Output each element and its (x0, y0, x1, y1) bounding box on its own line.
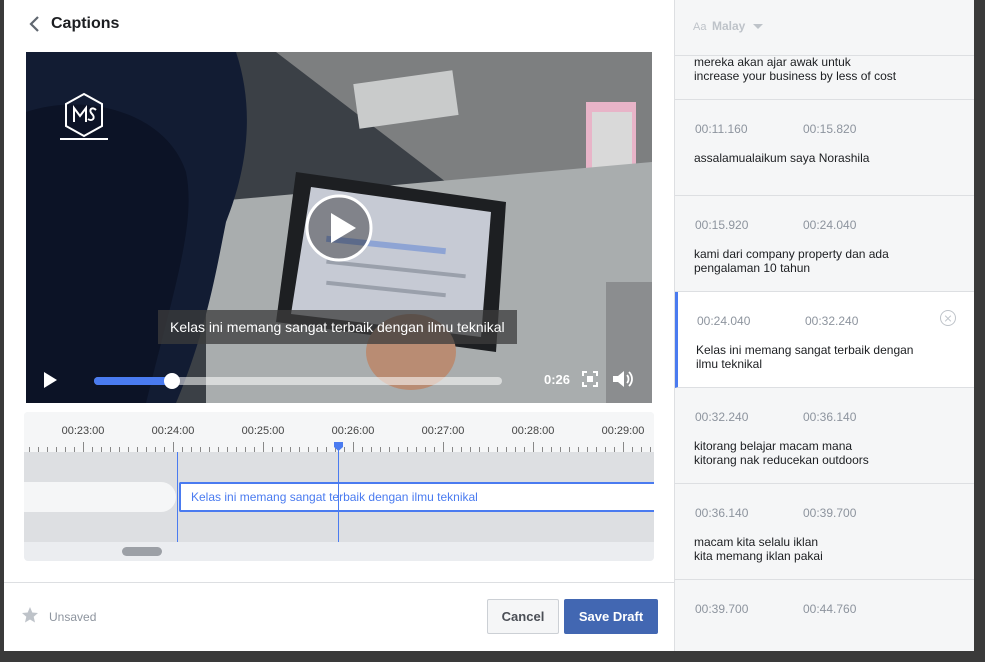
dialog-footer: Unsaved Cancel Save Draft (4, 582, 674, 651)
video-progress-bar[interactable] (94, 373, 502, 389)
cue-end-time[interactable]: 00:36.140 (803, 410, 856, 424)
timeline-tick (83, 442, 84, 452)
caption-cue[interactable]: 00:32.240 00:36.140 kitorang belajar macam… (675, 388, 974, 484)
language-label: Malay (712, 19, 746, 33)
caption-cue[interactable]: 00:24.040 00:32.240 Kelas ini memang sanga… (675, 292, 974, 388)
timeline-tick (173, 442, 174, 452)
progress-handle[interactable] (163, 373, 180, 389)
cue-start-time[interactable]: 00:32.240 (695, 410, 748, 424)
timeline-tick (263, 442, 264, 452)
fullscreen-icon[interactable] (582, 371, 598, 387)
cancel-button[interactable]: Cancel (487, 599, 559, 634)
timeline-tick-label: 00:27:00 (421, 425, 465, 437)
caption-cue[interactable]: 00:11.160 00:15.820 assalamualaikum saya N… (675, 100, 974, 196)
cue-text[interactable]: macam kita selalu iklan kita memang ikla… (694, 535, 924, 563)
timeline-tick (623, 442, 624, 452)
timeline-tick-label: 00:29:00 (601, 425, 645, 437)
caption-cue[interactable]: 00:15.920 00:24.040 kami dari company prop… (675, 196, 974, 292)
play-button-large[interactable] (304, 193, 374, 263)
caption-overlay: Kelas ini memang sangat terbaik dengan i… (158, 310, 517, 344)
play-icon[interactable] (42, 371, 58, 389)
page-title: Captions (51, 15, 120, 32)
timeline-tick-label: 00:23:00 (61, 425, 105, 437)
timeline-tick (443, 442, 444, 452)
volume-icon[interactable] (612, 369, 634, 389)
timeline-scrollbar[interactable] (122, 547, 162, 556)
cue-text[interactable]: kami dari company property dan ada penga… (694, 247, 924, 275)
timeline-tick (533, 442, 534, 452)
text-size-icon: Aa (693, 21, 707, 33)
cue-start-time[interactable]: 00:36.140 (695, 506, 748, 520)
segment-start-line (177, 452, 178, 542)
cue-end-time[interactable]: 00:15.820 (803, 122, 856, 136)
video-player[interactable]: Kelas ini memang sangat terbaik dengan i… (26, 52, 652, 403)
caption-cue[interactable]: 00:36.140 00:39.700 macam kita selalu ikla… (675, 484, 974, 580)
caption-list-panel: Aa Malay 00:06.16000:09.182mereka akan a… (674, 0, 974, 651)
save-status: Unsaved (49, 610, 97, 624)
cue-end-time[interactable]: 00:44.760 (803, 602, 856, 616)
cue-end-time[interactable]: 00:24.040 (803, 218, 856, 232)
chevron-down-icon (753, 24, 763, 29)
editor-panel: Captions Kelas ini memang sangat terbaik… (4, 0, 674, 651)
timeline-tick-label: 00:24:00 (151, 425, 195, 437)
cue-text[interactable]: mereka akan ajar awak untuk increase you… (694, 55, 924, 83)
progress-fill (94, 377, 172, 385)
dialog-header: Captions (4, 0, 674, 48)
cue-start-time[interactable]: 00:24.040 (697, 314, 750, 328)
delete-cue-icon[interactable] (940, 310, 956, 326)
language-selector[interactable]: Aa Malay (675, 0, 974, 56)
timeline-track: Kelas ini memang sangat terbaik dengan i… (24, 452, 654, 542)
cue-end-time[interactable]: 00:32.240 (805, 314, 858, 328)
captions-dialog: Captions Kelas ini memang sangat terbaik… (4, 0, 974, 651)
timeline-tick (353, 442, 354, 452)
cue-text[interactable]: kitorang belajar macam mana kitorang nak… (694, 439, 924, 467)
caption-timeline[interactable]: 00:23:00 00:24:00 00:25:00 00:26:00 00:27:00… (24, 412, 654, 561)
logo-icon (60, 92, 108, 140)
caption-cue-list: 00:06.16000:09.182mereka akan ajar awak … (675, 4, 974, 651)
chevron-left-icon[interactable] (28, 14, 42, 34)
cue-end-time[interactable]: 00:39.700 (803, 506, 856, 520)
save-draft-button[interactable]: Save Draft (564, 599, 658, 634)
cue-start-time[interactable]: 00:39.700 (695, 602, 748, 616)
playhead-line (338, 442, 339, 542)
timeline-tick-label: 00:28:00 (511, 425, 555, 437)
star-icon (22, 607, 38, 623)
cue-start-time[interactable]: 00:15.920 (695, 218, 748, 232)
active-caption-segment[interactable]: Kelas ini memang sangat terbaik dengan i… (179, 482, 654, 512)
cue-text[interactable]: assalamualaikum saya Norashila (694, 151, 924, 165)
cue-start-time[interactable]: 00:11.160 (695, 122, 748, 136)
cue-text[interactable]: Kelas ini memang sangat terbaik dengan i… (696, 343, 926, 371)
timeline-tick-label: 00:26:00 (331, 425, 375, 437)
current-time: 0:26 (544, 372, 571, 387)
timeline-tick-label: 00:25:00 (241, 425, 285, 437)
previous-caption-segment[interactable] (24, 482, 176, 512)
caption-cue[interactable]: 00:39.700 00:44.760 (675, 580, 974, 651)
